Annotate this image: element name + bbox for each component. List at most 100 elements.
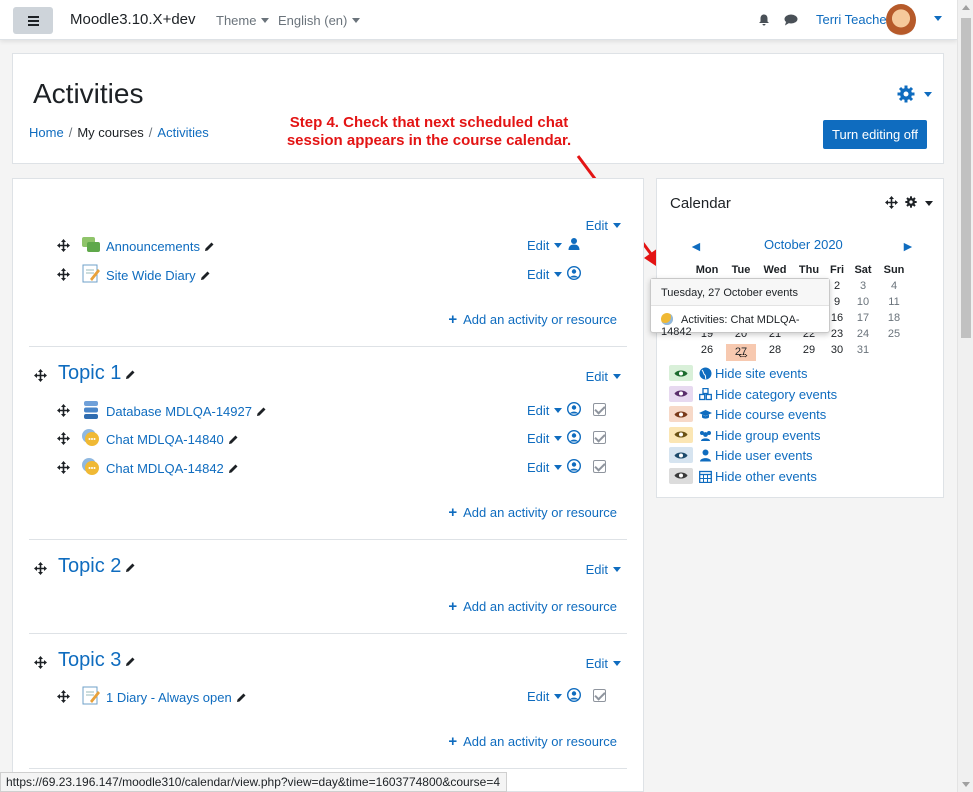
user-circle-icon[interactable] [567,459,581,473]
move-icon[interactable] [34,656,47,669]
calendar-day[interactable]: 26 [692,344,722,356]
site-brand[interactable]: Moodle3.10.X+dev [70,11,196,28]
eye-icon[interactable] [669,365,693,381]
activity-link-chat-14840[interactable]: Chat MDLQA-14840 [106,432,239,447]
move-icon[interactable] [57,239,70,252]
activity-link-diary-always-open[interactable]: 1 Diary - Always open [106,690,247,705]
eye-icon[interactable] [669,447,693,463]
breadcrumb-my-courses[interactable]: My courses [77,125,143,140]
section-edit-menu[interactable]: Edit [586,218,621,233]
calendar-prev-month[interactable]: ◄ [689,238,703,254]
activity-link-database[interactable]: Database MDLQA-14927 [106,404,267,419]
eye-icon[interactable] [669,406,693,422]
user-circle-icon[interactable] [567,430,581,444]
add-activity-link[interactable]: + Add an activity or resource [448,733,617,750]
breadcrumb: Home / My courses / Activities [29,125,209,140]
calendar-day[interactable]: 17 [848,312,878,324]
eye-icon[interactable] [669,467,693,484]
chevron-down-icon[interactable] [925,201,933,206]
pencil-icon[interactable] [228,434,239,445]
move-icon[interactable] [57,690,70,703]
calendar-next-month[interactable]: ► [901,238,915,254]
completion-checkbox[interactable] [593,403,606,416]
scroll-up-icon[interactable] [962,5,970,10]
day-of-week-header: Sat [854,264,872,276]
section-edit-menu[interactable]: Edit [586,369,621,384]
avatar[interactable] [886,4,916,36]
calendar-day[interactable]: 25 [879,328,909,340]
completion-checkbox[interactable] [593,431,606,444]
activity-edit-menu[interactable]: Edit [527,267,563,282]
pencil-icon[interactable] [256,406,267,417]
move-icon[interactable] [34,562,47,575]
language-menu[interactable]: English (en) [278,13,361,28]
edit-label: Edit [527,460,550,475]
pencil-icon[interactable] [228,463,239,474]
add-activity-link[interactable]: + Add an activity or resource [448,598,617,615]
page-scrollbar[interactable] [957,0,973,792]
pencil-icon[interactable] [125,656,136,667]
calendar-day[interactable]: 10 [848,296,878,308]
activity-link-site-wide-diary[interactable]: Site Wide Diary [106,268,211,283]
activity-edit-menu[interactable]: Edit [527,460,563,475]
calendar-day[interactable]: 28 [760,344,790,356]
pencil-icon[interactable] [125,562,136,573]
move-icon[interactable] [57,432,70,445]
activity-edit-menu[interactable]: Edit [527,238,563,253]
topic-title[interactable]: Topic 1 [58,362,136,385]
pencil-icon[interactable] [125,369,136,380]
chevron-down-icon[interactable] [924,92,932,97]
completion-checkbox[interactable] [593,460,606,473]
breadcrumb-home[interactable]: Home [29,125,64,140]
pencil-icon[interactable] [236,692,247,703]
activity-edit-menu[interactable]: Edit [527,689,563,704]
bell-icon[interactable] [758,14,770,26]
eye-icon[interactable] [669,426,693,443]
move-icon[interactable] [57,461,70,474]
move-icon[interactable] [34,369,47,382]
user-name[interactable]: Terri Teacher [816,12,891,27]
messages-icon[interactable] [784,14,798,26]
graduation-cap-icon [699,410,712,419]
user-menu-caret-icon[interactable] [934,16,942,21]
move-icon[interactable] [57,404,70,417]
theme-menu[interactable]: Theme [216,13,270,28]
calendar-day[interactable]: 11 [879,296,909,308]
add-activity-link[interactable]: + Add an activity or resource [448,311,617,328]
activity-link-chat-14842[interactable]: Chat MDLQA-14842 [106,461,239,476]
popover-event[interactable]: Activities: Chat MDLQA-14842 [661,313,829,338]
gear-icon[interactable] [905,196,917,208]
calendar-day[interactable]: 3 [848,280,878,292]
topic-title[interactable]: Topic 2 [58,555,136,578]
topic-title[interactable]: Topic 3 [58,649,136,672]
filter-label: Hide user events [715,448,813,463]
section-edit-menu[interactable]: Edit [586,656,621,671]
user-icon[interactable] [567,237,581,251]
user-circle-icon[interactable] [567,402,581,416]
turn-editing-off-button[interactable]: Turn editing off [823,120,927,149]
breadcrumb-activities[interactable]: Activities [157,125,208,140]
move-icon[interactable] [57,268,70,281]
scroll-down-icon[interactable] [962,782,970,787]
pencil-icon[interactable] [204,241,215,252]
section-edit-menu[interactable]: Edit [586,562,621,577]
calendar-day[interactable]: 31 [848,344,878,356]
calendar-day[interactable]: 24 [848,328,878,340]
activity-edit-menu[interactable]: Edit [527,403,563,418]
calendar-month-title[interactable]: October 2020 [764,237,843,252]
calendar-day[interactable]: 4 [879,280,909,292]
calendar-day[interactable]: 29 [794,344,824,356]
gear-icon[interactable] [897,85,915,103]
activity-edit-menu[interactable]: Edit [527,431,563,446]
eye-icon[interactable] [669,385,693,402]
user-circle-icon[interactable] [567,688,581,702]
menu-toggle-button[interactable] [13,7,53,34]
pencil-icon[interactable] [200,270,211,281]
user-circle-icon[interactable] [567,266,581,280]
move-icon[interactable] [885,196,898,209]
add-activity-link[interactable]: + Add an activity or resource [448,504,617,521]
activity-link-announcements[interactable]: Announcements [106,239,215,254]
scrollbar-thumb[interactable] [961,18,971,338]
completion-checkbox[interactable] [593,689,606,702]
calendar-day[interactable]: 18 [879,312,909,324]
